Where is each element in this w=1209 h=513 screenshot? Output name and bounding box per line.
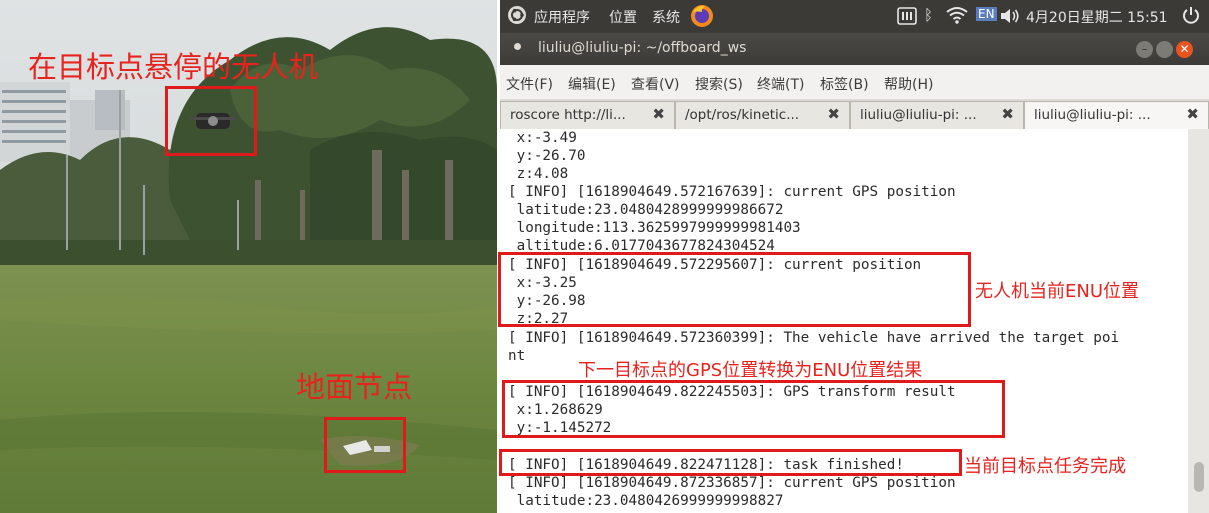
ground-node-highlight-box — [324, 417, 406, 473]
terminal-line: y:-26.70 — [508, 148, 586, 164]
wifi-icon[interactable] — [946, 6, 968, 28]
window-menu-icon[interactable] — [514, 43, 521, 50]
terminal-tab-bar: roscore http://li... ✖ /opt/ros/kinetic.… — [500, 99, 1209, 129]
task-complete-label: 当前目标点任务完成 — [964, 456, 1126, 477]
input-method-indicator[interactable]: EN — [976, 7, 997, 21]
drone-label: 在目标点悬停的无人机 — [28, 50, 319, 84]
gps-transform-highlight-box — [502, 380, 1005, 438]
enu-position-label: 无人机当前ENU位置 — [975, 281, 1140, 302]
scrollbar-thumb[interactable] — [1194, 462, 1204, 492]
terminal-line: [ INFO] [1618904649.572360399]: The vehi… — [508, 330, 1120, 346]
tab-roscore[interactable]: roscore http://li... ✖ — [500, 101, 675, 129]
menu-search[interactable]: 搜索(S) — [695, 74, 743, 94]
terminal-line: [ INFO] [1618904649.572167639]: current … — [508, 184, 956, 200]
terminal-line: longitude:113.3625997999999981403 — [508, 220, 801, 236]
window-title: liuliu@liuliu-pi: ~/offboard_ws — [538, 40, 747, 56]
menu-applications[interactable]: 应用程序 — [534, 7, 590, 27]
minimize-button[interactable]: – — [1136, 41, 1153, 58]
top-panel: 应用程序 位置 系统 ᛒ EN 4月20日星期二 15:51 — [500, 0, 1209, 33]
terminal-line: latitude:23.0480428999999986672 — [508, 202, 784, 218]
menu-edit[interactable]: 编辑(E) — [568, 74, 616, 94]
enu-position-highlight-box — [498, 252, 971, 327]
task-finished-highlight-box — [499, 449, 962, 476]
keyboard-icon[interactable] — [897, 7, 917, 29]
tab-close-icon[interactable]: ✖ — [827, 105, 840, 123]
volume-icon[interactable] — [1000, 7, 1020, 29]
ground-node-label: 地面节点 — [296, 370, 413, 404]
tab-close-icon[interactable]: ✖ — [1186, 105, 1199, 123]
terminal-line: latitude:23.0480426999999998827 — [508, 493, 784, 509]
firefox-icon[interactable] — [689, 3, 715, 33]
terminal-scrollbar[interactable] — [1188, 129, 1209, 513]
gps-to-enu-label: 下一目标点的GPS位置转换为ENU位置结果 — [578, 356, 923, 382]
bluetooth-icon[interactable]: ᛒ — [924, 6, 933, 24]
tab-shell-2[interactable]: liuliu@liuliu-pi: ... ✖ — [1024, 101, 1209, 129]
menu-view[interactable]: 查看(V) — [631, 74, 680, 94]
close-button[interactable]: ✕ — [1176, 41, 1193, 58]
drone-photo: 在目标点悬停的无人机 地面节点 — [0, 0, 497, 513]
window-titlebar[interactable]: liuliu@liuliu-pi: ~/offboard_ws – ✕ — [500, 33, 1209, 65]
drone-highlight-box — [165, 86, 257, 156]
window-menubar: 文件(F) 编辑(E) 查看(V) 搜索(S) 终端(T) 标签(B) 帮助(H… — [500, 65, 1209, 99]
tab-shell-1[interactable]: liuliu@liuliu-pi: ... ✖ — [850, 101, 1024, 129]
maximize-button[interactable] — [1156, 41, 1173, 58]
menu-tabs[interactable]: 标签(B) — [820, 74, 869, 94]
terminal-line: nt — [508, 348, 526, 364]
menu-places[interactable]: 位置 — [609, 7, 637, 27]
tab-opt-ros[interactable]: /opt/ros/kinetic... ✖ — [675, 101, 850, 129]
ubuntu-logo-icon[interactable] — [507, 5, 527, 29]
menu-help[interactable]: 帮助(H) — [884, 74, 933, 94]
power-icon[interactable] — [1182, 6, 1200, 28]
terminal-line: z:4.08 — [508, 166, 569, 182]
tab-close-icon[interactable]: ✖ — [1001, 105, 1014, 123]
clock[interactable]: 4月20日星期二 15:51 — [1026, 7, 1168, 27]
menu-terminal[interactable]: 终端(T) — [757, 74, 804, 94]
terminal-line: x:-3.49 — [508, 130, 577, 146]
menu-file[interactable]: 文件(F) — [506, 74, 553, 94]
tab-close-icon[interactable]: ✖ — [652, 105, 665, 123]
terminal-line: [ INFO] [1618904649.872336857]: current … — [508, 475, 956, 491]
menu-system[interactable]: 系统 — [652, 7, 680, 27]
